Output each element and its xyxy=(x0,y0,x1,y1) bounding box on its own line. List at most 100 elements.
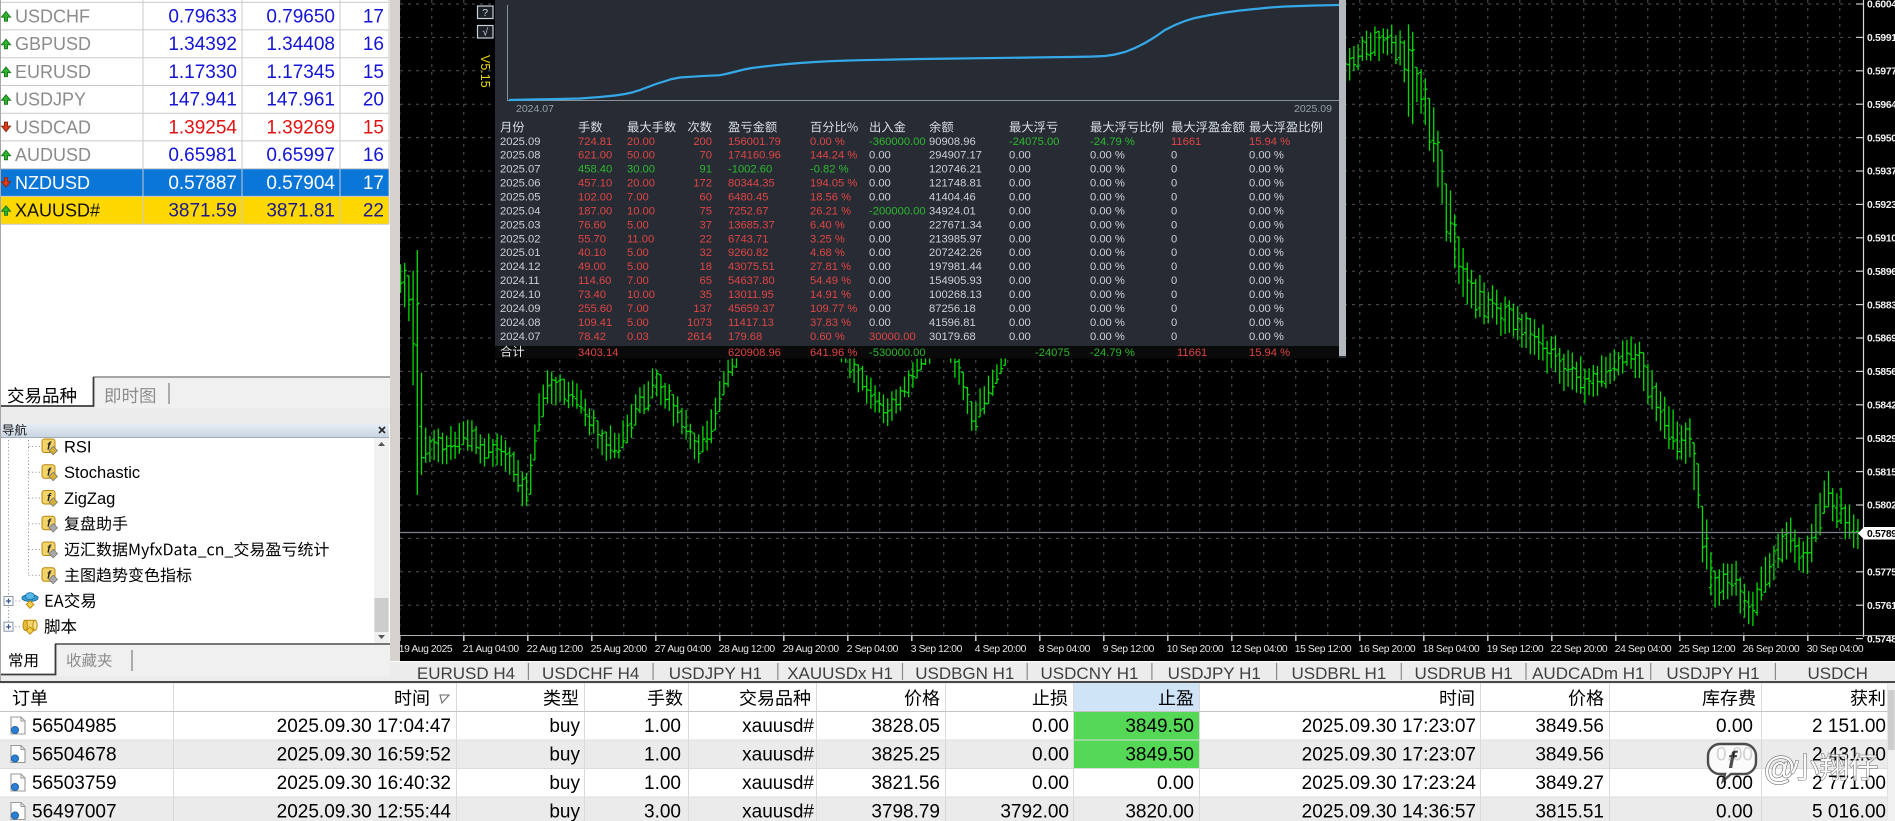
svg-text:2025.04: 2025.04 xyxy=(500,206,540,218)
svg-text:AUDCADm H1: AUDCADm H1 xyxy=(1532,664,1644,683)
svg-text:0.00: 0.00 xyxy=(869,150,891,162)
svg-text:3 Sep 12:00: 3 Sep 12:00 xyxy=(911,644,963,655)
svg-text:0.57904: 0.57904 xyxy=(266,173,335,194)
svg-text:-200000.00: -200000.00 xyxy=(869,206,926,218)
svg-text:0.00: 0.00 xyxy=(1157,773,1194,794)
svg-text:1.39254: 1.39254 xyxy=(168,117,237,138)
svg-text:0.5869: 0.5869 xyxy=(1867,334,1895,345)
svg-text:0: 0 xyxy=(1171,303,1177,315)
svg-text:174160.96: 174160.96 xyxy=(728,150,781,162)
svg-text:3820.00: 3820.00 xyxy=(1125,802,1194,821)
svg-text:15: 15 xyxy=(363,117,384,138)
svg-text:0.00 %: 0.00 % xyxy=(1249,247,1284,259)
svg-text:109.77 %: 109.77 % xyxy=(810,303,857,315)
svg-text:0.00: 0.00 xyxy=(1032,773,1069,794)
svg-text:2024.11: 2024.11 xyxy=(500,275,540,287)
svg-text:0.5977: 0.5977 xyxy=(1867,67,1895,78)
svg-text:NZDUSD: NZDUSD xyxy=(15,173,90,193)
svg-text:457.10: 457.10 xyxy=(578,178,612,190)
svg-text:0.00: 0.00 xyxy=(869,261,891,273)
svg-text:USDJPY H1: USDJPY H1 xyxy=(669,664,762,683)
svg-text:213985.97: 213985.97 xyxy=(929,233,982,245)
svg-text:9260.82: 9260.82 xyxy=(728,247,768,259)
svg-text:18 Sep 04:00: 18 Sep 04:00 xyxy=(1423,644,1480,655)
svg-text:120746.21: 120746.21 xyxy=(929,164,982,176)
svg-text:0.00: 0.00 xyxy=(1032,745,1069,766)
svg-text:2025.09.30 17:04:47: 2025.09.30 17:04:47 xyxy=(277,716,451,737)
svg-text:0.5761: 0.5761 xyxy=(1867,601,1895,612)
svg-text:56503759: 56503759 xyxy=(32,773,117,794)
svg-text:26.21 %: 26.21 % xyxy=(810,206,851,218)
svg-text:0.00 %: 0.00 % xyxy=(1090,289,1125,301)
svg-text:0.00 %: 0.00 % xyxy=(1249,275,1284,287)
svg-text:?: ? xyxy=(482,7,488,19)
svg-text:1.17345: 1.17345 xyxy=(266,62,335,83)
svg-text:0.00: 0.00 xyxy=(1716,802,1753,821)
svg-text:0.00: 0.00 xyxy=(869,303,891,315)
svg-text:2025.09.30 12:55:44: 2025.09.30 12:55:44 xyxy=(277,802,452,821)
svg-text:20: 20 xyxy=(363,90,384,111)
svg-text:0.5883: 0.5883 xyxy=(1867,300,1895,311)
svg-text:0.00: 0.00 xyxy=(1009,261,1031,273)
svg-text:2614: 2614 xyxy=(687,331,712,343)
svg-text:0.00: 0.00 xyxy=(869,289,891,301)
svg-text:xauusd#: xauusd# xyxy=(742,802,814,821)
svg-text:0: 0 xyxy=(1171,233,1177,245)
svg-text:4.68 %: 4.68 % xyxy=(810,247,845,259)
svg-text:621.00: 621.00 xyxy=(578,150,612,162)
svg-text:29 Aug 20:00: 29 Aug 20:00 xyxy=(783,644,840,655)
svg-text:30.00: 30.00 xyxy=(627,164,655,176)
svg-text:0.00 %: 0.00 % xyxy=(1249,289,1284,301)
svg-text:7.00: 7.00 xyxy=(627,192,649,204)
svg-text:USDBGN H1: USDBGN H1 xyxy=(915,664,1014,683)
svg-text:3825.25: 3825.25 xyxy=(871,745,940,766)
svg-text:0.5910: 0.5910 xyxy=(1867,234,1895,245)
svg-text:1073: 1073 xyxy=(687,317,712,329)
svg-text:0: 0 xyxy=(1171,206,1177,218)
svg-text:0.00 %: 0.00 % xyxy=(1090,317,1125,329)
svg-text:buy: buy xyxy=(549,745,580,766)
svg-text:10.00: 10.00 xyxy=(627,289,655,301)
svg-text:5.00: 5.00 xyxy=(627,317,649,329)
svg-text:0: 0 xyxy=(1171,261,1177,273)
svg-text:EURUSD H4: EURUSD H4 xyxy=(417,664,515,683)
svg-text:87256.18: 87256.18 xyxy=(929,303,976,315)
svg-text:0.00: 0.00 xyxy=(869,219,891,231)
svg-text:0.00 %: 0.00 % xyxy=(1249,178,1284,190)
svg-text:1.00: 1.00 xyxy=(644,716,681,737)
svg-text:0.00 %: 0.00 % xyxy=(1090,219,1125,231)
svg-text:0: 0 xyxy=(1171,150,1177,162)
svg-text:10.00: 10.00 xyxy=(627,206,655,218)
svg-text:0.79650: 0.79650 xyxy=(266,6,335,27)
svg-text:28 Aug 12:00: 28 Aug 12:00 xyxy=(719,644,776,655)
svg-text:0.00 %: 0.00 % xyxy=(1249,164,1284,176)
svg-text:17: 17 xyxy=(363,173,384,194)
svg-text:3849.50: 3849.50 xyxy=(1125,716,1194,737)
svg-text:18: 18 xyxy=(700,261,712,273)
svg-text:25 Aug 20:00: 25 Aug 20:00 xyxy=(591,644,648,655)
svg-text:0.00: 0.00 xyxy=(869,275,891,287)
svg-text:56504678: 56504678 xyxy=(32,745,117,766)
svg-text:0.00: 0.00 xyxy=(1009,317,1031,329)
svg-text:USDCNY H1: USDCNY H1 xyxy=(1041,664,1139,683)
svg-text:0.00 %: 0.00 % xyxy=(1249,233,1284,245)
svg-text:12 Sep 04:00: 12 Sep 04:00 xyxy=(1231,644,1288,655)
svg-text:2024.07: 2024.07 xyxy=(516,103,554,115)
svg-text:27.81 %: 27.81 % xyxy=(810,261,851,273)
svg-text:55.70: 55.70 xyxy=(578,233,606,245)
svg-text:0.00 %: 0.00 % xyxy=(1090,206,1125,218)
svg-text:0.5789: 0.5789 xyxy=(1867,529,1895,540)
svg-text:172: 172 xyxy=(693,178,712,190)
svg-text:1.39269: 1.39269 xyxy=(266,117,335,138)
svg-text:3849.56: 3849.56 xyxy=(1535,716,1604,737)
svg-text:156001.79: 156001.79 xyxy=(728,136,781,148)
svg-text:40.10: 40.10 xyxy=(578,247,606,259)
svg-text:0.65997: 0.65997 xyxy=(266,145,335,166)
svg-text:16 Sep 20:00: 16 Sep 20:00 xyxy=(1359,644,1416,655)
svg-text:0.00: 0.00 xyxy=(1009,275,1031,287)
svg-text:1.34408: 1.34408 xyxy=(266,34,335,55)
svg-text:USDCHF: USDCHF xyxy=(15,6,90,26)
svg-text:0.5856: 0.5856 xyxy=(1867,367,1895,378)
svg-text:41404.46: 41404.46 xyxy=(929,192,976,204)
svg-text:25 Sep 12:00: 25 Sep 12:00 xyxy=(1679,644,1736,655)
